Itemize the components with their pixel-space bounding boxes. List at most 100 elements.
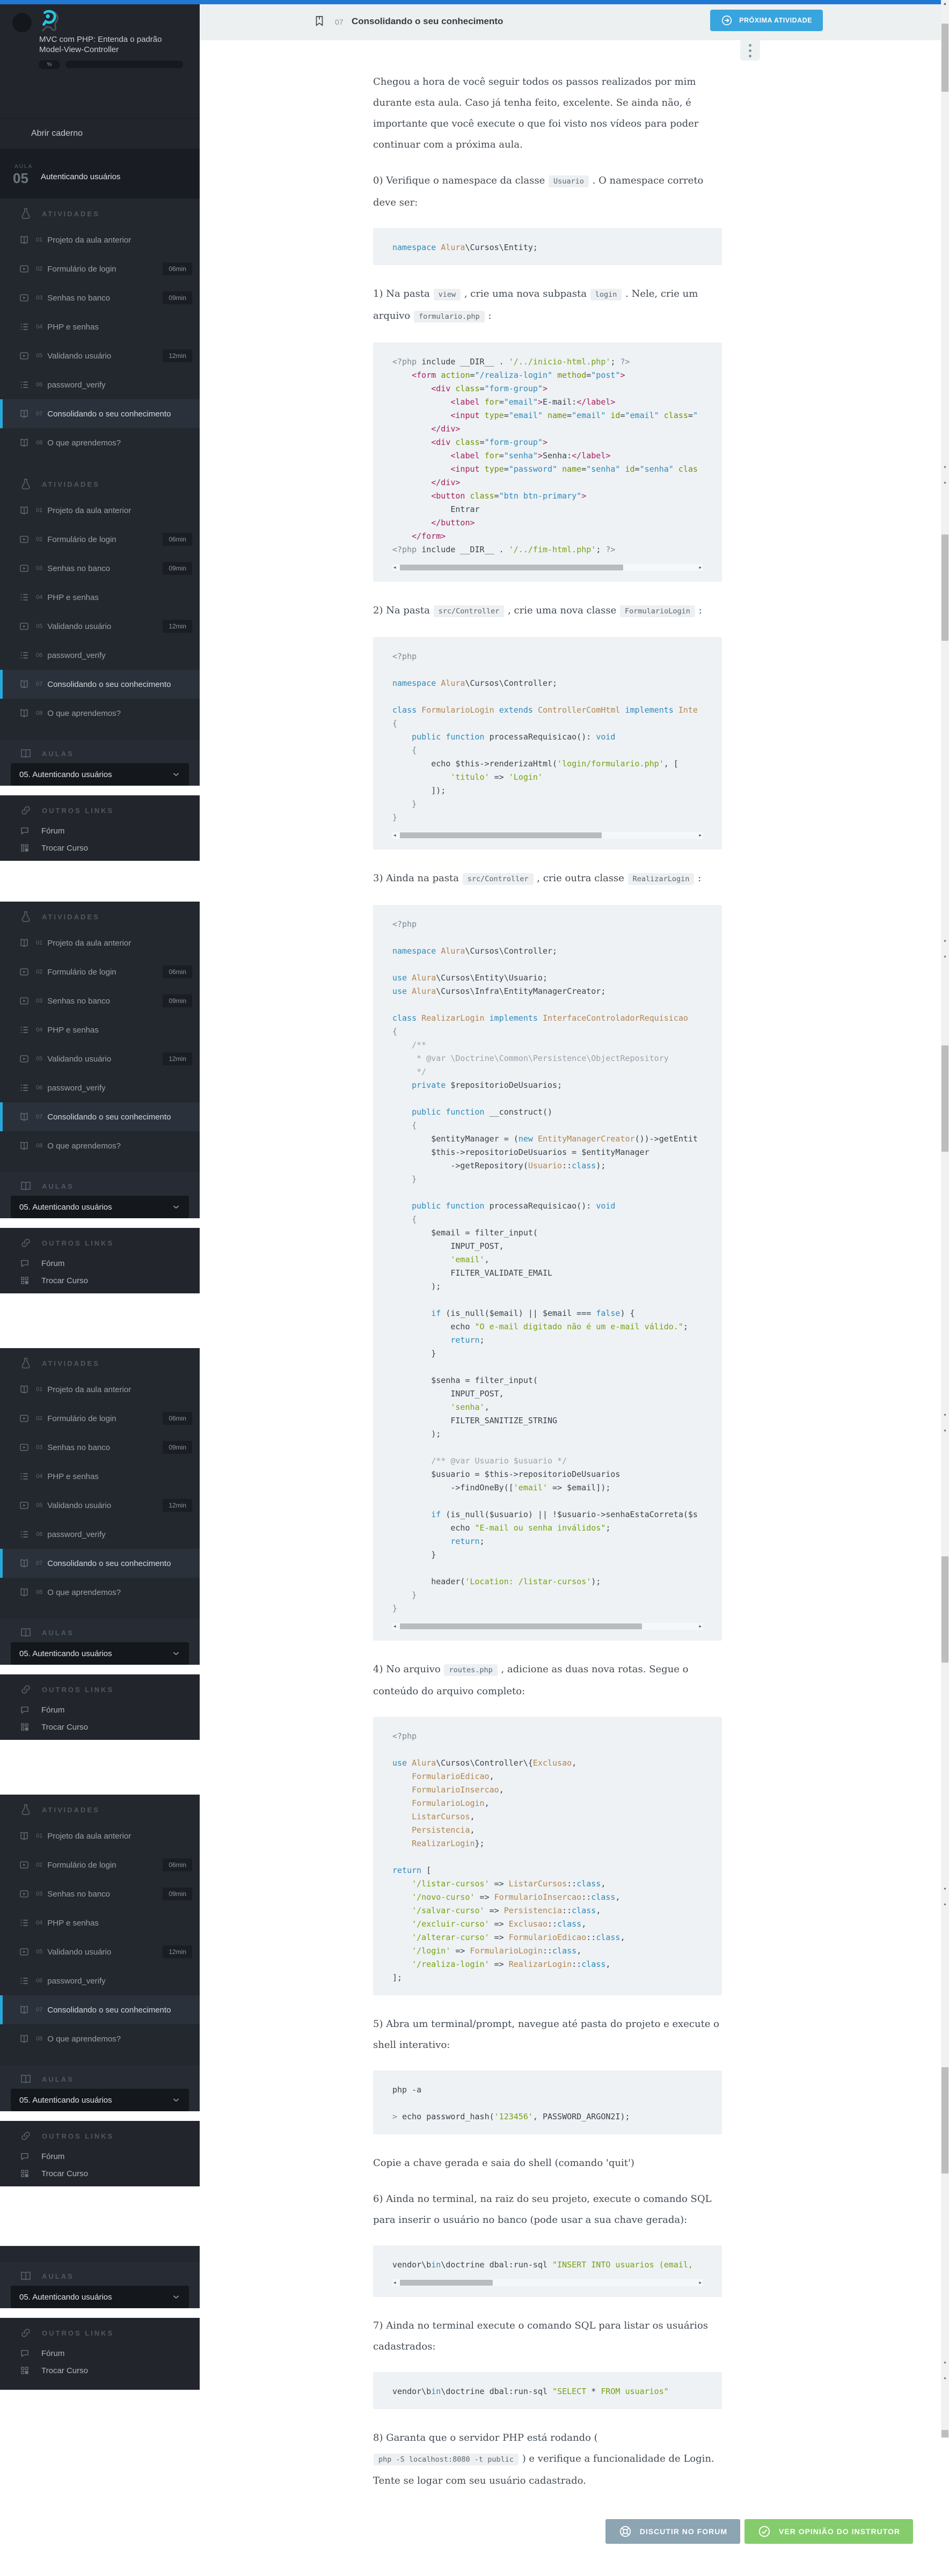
sidebar-link-trocar-curso[interactable]: Trocar Curso (0, 2165, 200, 2182)
sidebar-link-forum[interactable]: Fórum (0, 822, 200, 839)
options-kebab-button[interactable] (740, 40, 760, 61)
sidebar-link-trocar-curso[interactable]: Trocar Curso (0, 839, 200, 857)
paragraph-text: Chegou a hora de você seguir todos os pa… (373, 76, 698, 150)
sidebar-item-activity-05[interactable]: 05Validando usuário12min (0, 1937, 200, 1966)
code-horizontal-scrollbar[interactable]: ◂▸ (392, 564, 703, 571)
sidebar-item-activity-03[interactable]: 03Senhas no banco09min (0, 1879, 200, 1908)
sidebar-item-activity-07[interactable]: 07Consolidando o seu conhecimento (0, 670, 200, 699)
linkicon-icon (19, 2326, 32, 2339)
sidebar-link-forum[interactable]: Fórum (0, 1701, 200, 1718)
code-span: action (441, 370, 470, 380)
sidebar-item-activity-02[interactable]: 02Formulário de login06min (0, 525, 200, 554)
code-horizontal-scrollbar[interactable]: ◂▸ (392, 1623, 703, 1630)
sidebar-item-activity-05[interactable]: 05Validando usuário12min (0, 341, 200, 370)
class-select[interactable]: 05. Autenticando usuários (11, 763, 189, 786)
code-scrollbar-thumb[interactable] (400, 2280, 493, 2286)
scrollbar-thumb[interactable] (941, 1045, 948, 1152)
sidebar-item-activity-04[interactable]: 04PHP e senhas (0, 1462, 200, 1491)
sidebar-item-activity-05[interactable]: 05Validando usuário12min (0, 1044, 200, 1073)
scrollbar-arrow[interactable]: ▾ (941, 465, 949, 470)
page-scrollbar[interactable]: ▲ ▾ ▴ ▾ ▴ ▾ ▴ ▾ ▴ ▾ ▴ (941, 0, 949, 2438)
scrollbar-arrow[interactable]: ▾ (941, 1886, 949, 1891)
sidebar-item-activity-03[interactable]: 03Senhas no banco09min (0, 1433, 200, 1462)
sidebar-item-activity-04[interactable]: 04PHP e senhas (0, 1908, 200, 1937)
sidebar-item-activity-07[interactable]: 07Consolidando o seu conhecimento (0, 1102, 200, 1131)
next-activity-button[interactable]: PRÓXIMA ATIVIDADE (710, 10, 823, 31)
code-line: return; (392, 1535, 703, 1548)
sidebar-link-trocar-curso[interactable]: Trocar Curso (0, 1718, 200, 1736)
sidebar-item-activity-02[interactable]: 02Formulário de login06min (0, 1850, 200, 1879)
sidebar-item-activity-06[interactable]: 06password_verify (0, 1520, 200, 1549)
sidebar-item-activity-04[interactable]: 04PHP e senhas (0, 1015, 200, 1044)
scrollbar-thumb[interactable] (941, 2430, 948, 2438)
open-notebook-button[interactable]: Abrir caderno (0, 118, 200, 149)
sidebar-item-activity-03[interactable]: 03Senhas no banco09min (0, 554, 200, 583)
scrollbar-thumb[interactable] (941, 535, 948, 641)
code-line: ->getRepository(Usuario::class); (392, 1159, 703, 1173)
code-span: "post" (591, 370, 620, 380)
classes-header: AULAS (0, 1172, 200, 1195)
code-scrollbar-thumb[interactable] (400, 832, 602, 838)
sidebar-item-activity-08[interactable]: 08O que aprendemos? (0, 1578, 200, 1607)
sidebar-item-activity-07[interactable]: 07Consolidando o seu conhecimento (0, 1995, 200, 2024)
code-span (392, 1121, 412, 1130)
sidebar-link-forum[interactable]: Fórum (0, 2148, 200, 2165)
sidebar-item-activity-04[interactable]: 04PHP e senhas (0, 312, 200, 341)
scrollbar-thumb[interactable] (941, 1556, 948, 1663)
scrollbar-arrow[interactable]: ▾ (941, 2360, 949, 2365)
sidebar-item-activity-03[interactable]: 03Senhas no banco09min (0, 283, 200, 312)
code-horizontal-scrollbar[interactable]: ◂▸ (392, 832, 703, 839)
sidebar-item-activity-03[interactable]: 03Senhas no banco09min (0, 986, 200, 1015)
scrollbar-arrow[interactable]: ▾ (941, 939, 949, 943)
sidebar-item-activity-02[interactable]: 02Formulário de login06min (0, 254, 200, 283)
code-scrollbar-thumb[interactable] (400, 565, 623, 570)
sidebar-item-activity-01[interactable]: 01Projeto da aula anterior (0, 1375, 200, 1404)
sidebar-item-activity-02[interactable]: 02Formulário de login06min (0, 1404, 200, 1433)
class-select[interactable]: 05. Autenticando usuários (11, 2286, 189, 2308)
scrollbar-arrow[interactable]: ▴ (941, 480, 949, 485)
sidebar-item-activity-01[interactable]: 01Projeto da aula anterior (0, 225, 200, 254)
sidebar-item-activity-08[interactable]: 08O que aprendemos? (0, 1131, 200, 1160)
class-select[interactable]: 05. Autenticando usuários (11, 1196, 189, 1218)
scrollbar-arrow[interactable]: ▴ (941, 2375, 949, 2380)
collapse-sidebar-button[interactable] (12, 13, 32, 32)
scroll-up-arrow[interactable]: ▲ (941, 1, 949, 6)
sidebar-item-activity-06[interactable]: 06password_verify (0, 641, 200, 670)
sidebar-item-activity-01[interactable]: 01Projeto da aula anterior (0, 928, 200, 957)
sidebar-item-activity-06[interactable]: 06password_verify (0, 370, 200, 399)
sidebar-item-activity-05[interactable]: 05Validando usuário12min (0, 1491, 200, 1520)
sidebar-item-activity-01[interactable]: 01Projeto da aula anterior (0, 496, 200, 525)
scrollbar-thumb[interactable] (941, 2067, 948, 2174)
code-scrollbar-thumb[interactable] (400, 1623, 642, 1629)
sidebar-item-activity-04[interactable]: 04PHP e senhas (0, 583, 200, 612)
sidebar-item-activity-06[interactable]: 06password_verify (0, 1073, 200, 1102)
duration-badge: 09min (163, 562, 192, 575)
sidebar-item-activity-06[interactable]: 06password_verify (0, 1966, 200, 1995)
class-select[interactable]: 05. Autenticando usuários (11, 1642, 189, 1665)
sidebar-item-activity-05[interactable]: 05Validando usuário12min (0, 612, 200, 641)
scrollbar-arrow[interactable]: ▴ (941, 1901, 949, 1906)
sidebar-item-activity-01[interactable]: 01Projeto da aula anterior (0, 1821, 200, 1850)
sidebar-link-trocar-curso[interactable]: Trocar Curso (0, 1272, 200, 1289)
flask-icon (19, 910, 32, 923)
sidebar-item-activity-08[interactable]: 08O que aprendemos? (0, 428, 200, 457)
scrollbar-arrow[interactable]: ▾ (941, 1413, 949, 1417)
code-horizontal-scrollbar[interactable]: ◂▸ (392, 2279, 703, 2286)
sidebar-item-activity-07[interactable]: 07Consolidando o seu conhecimento (0, 399, 200, 428)
sidebar-item-activity-02[interactable]: 02Formulário de login06min (0, 957, 200, 986)
sidebar-link-trocar-curso[interactable]: Trocar Curso (0, 2362, 200, 2379)
instructor-opinion-button[interactable]: VER OPINIÃO DO INSTRUTOR (744, 2519, 913, 2544)
sidebar-link-forum[interactable]: Fórum (0, 2345, 200, 2362)
sidebar-item-activity-07[interactable]: 07Consolidando o seu conhecimento (0, 1549, 200, 1578)
sidebar-item-activity-08[interactable]: 08O que aprendemos? (0, 699, 200, 728)
class-select[interactable]: 05. Autenticando usuários (11, 2089, 189, 2111)
scrollbar-arrow[interactable]: ▴ (941, 1428, 949, 1432)
code-line: <?php (392, 650, 703, 663)
discuss-forum-button[interactable]: DISCUTIR NO FORUM (605, 2519, 740, 2544)
sidebar-link-forum[interactable]: Fórum (0, 1255, 200, 1272)
scrollbar-thumb[interactable] (941, 24, 948, 92)
code-span: , PASSWORD_ARGON2I); (533, 2112, 630, 2121)
duration-badge: 12min (163, 620, 192, 633)
sidebar-item-activity-08[interactable]: 08O que aprendemos? (0, 2024, 200, 2053)
scrollbar-arrow[interactable]: ▴ (941, 954, 949, 958)
